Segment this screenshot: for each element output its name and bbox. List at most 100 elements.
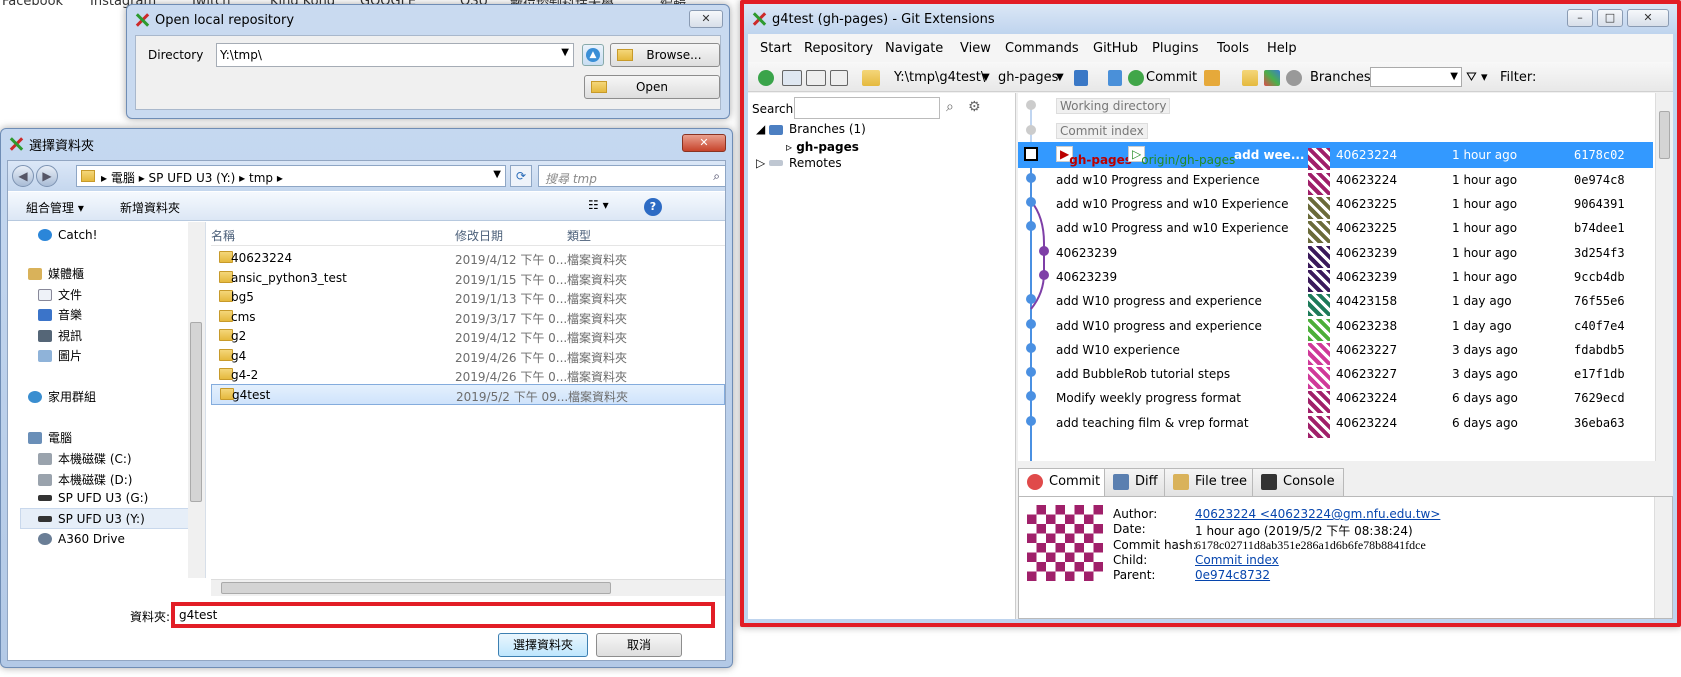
select-folder-button[interactable]: 選擇資料夾 (498, 633, 588, 657)
external-tools-icon[interactable] (1264, 70, 1280, 86)
file-row[interactable]: g4-2 2019/4/26 下午 0... 檔案資料夾 (211, 365, 725, 386)
tree-item-pictures[interactable]: 圖片 (38, 347, 82, 364)
column-header-name[interactable]: 名稱 (211, 227, 235, 244)
tree-item-catch[interactable]: Catch! (38, 228, 97, 242)
chevron-down-icon[interactable]: ▼ (1450, 71, 1458, 82)
settings-gear-icon[interactable] (1286, 70, 1302, 86)
revision-scrollbar[interactable] (1655, 93, 1673, 461)
menu-repository[interactable]: Repository (804, 41, 873, 56)
layout-single-icon[interactable] (806, 70, 826, 86)
column-header-date[interactable]: 修改日期 (455, 227, 503, 244)
current-branch-dropdown[interactable]: gh-pages (998, 70, 1058, 85)
layout-split-icon[interactable] (782, 70, 802, 86)
tree-item-homegroup[interactable]: 家用群組 (28, 388, 96, 405)
parent-link[interactable]: 0e974c8732 (1195, 568, 1270, 582)
chevron-down-icon[interactable]: ▼ (561, 47, 569, 58)
menu-github[interactable]: GitHub (1093, 41, 1138, 56)
push-arrow-icon[interactable] (1108, 70, 1122, 86)
commit-button[interactable]: Commit (1146, 70, 1197, 85)
help-icon[interactable]: ? (644, 198, 662, 216)
tab-diff[interactable]: Diff (1104, 468, 1167, 496)
refresh-icon[interactable] (758, 70, 774, 86)
new-folder-button[interactable]: 新增資料夾 (120, 199, 180, 216)
maximize-button[interactable]: □ (1597, 9, 1623, 27)
file-row[interactable]: g2 2019/4/12 下午 0... 檔案資料夾 (211, 326, 725, 347)
stash-icon[interactable] (1204, 70, 1220, 86)
commit-row[interactable]: add w10 Progress and Experience 40623224… (1018, 167, 1653, 195)
file-row[interactable]: bg5 2019/1/13 下午 0... 檔案資料夾 (211, 287, 725, 308)
commit-index-row[interactable]: Commit index (1018, 118, 1653, 144)
tab-console[interactable]: Console (1252, 468, 1344, 496)
close-button[interactable]: ✕ (1627, 9, 1669, 27)
tree-scrollbar[interactable] (188, 222, 205, 578)
chevron-down-icon[interactable]: ▼ (493, 169, 501, 180)
file-row-selected[interactable]: g4test 2019/5/2 下午 09... 檔案資料夾 (211, 384, 725, 405)
repository-path[interactable]: Y:\tmp\g4test\ (894, 70, 985, 85)
layout-options-icon[interactable] (830, 70, 848, 86)
commit-row[interactable]: add w10 Progress and w10 Experience 4062… (1018, 191, 1653, 219)
search-input[interactable]: 搜尋 tmp ⌕ (538, 165, 726, 187)
file-list-scrollbar[interactable] (211, 579, 725, 596)
tree-item-computer[interactable]: 電腦 (28, 429, 72, 446)
cancel-button[interactable]: 取消 (596, 633, 682, 657)
column-header-type[interactable]: 類型 (567, 227, 591, 244)
tree-item-videos[interactable]: 視訊 (38, 327, 82, 344)
menu-start[interactable]: Start (760, 41, 792, 56)
tree-item-drive-y[interactable]: SP UFD U3 (Y:) (38, 512, 145, 526)
commit-check-icon[interactable] (1128, 70, 1144, 86)
tree-item-branches[interactable]: ◢ Branches (1) (756, 122, 866, 136)
tab-commit[interactable]: Commit (1018, 468, 1110, 498)
menu-plugins[interactable]: Plugins (1152, 41, 1199, 56)
file-row[interactable]: g4 2019/4/26 下午 0... 檔案資料夾 (211, 346, 725, 367)
scrollbar-thumb[interactable] (221, 582, 611, 594)
tree-item-documents[interactable]: 文件 (38, 286, 82, 303)
close-button[interactable]: ✕ (689, 10, 723, 28)
commit-info-scrollbar[interactable] (1654, 497, 1672, 618)
browse-button[interactable]: Browse... (610, 43, 720, 67)
tree-item-current-branch[interactable]: ▹ gh-pages (786, 140, 859, 154)
commit-row[interactable]: add W10 progress and experience 40423158… (1018, 288, 1653, 316)
breadcrumb-item[interactable]: tmp (249, 171, 273, 185)
commit-row[interactable]: add W10 experience 40623227 3 days ago f… (1018, 337, 1653, 365)
open-folder-icon[interactable] (1242, 70, 1258, 86)
file-row[interactable]: ansic_python3_test 2019/1/15 下午 0... 檔案資料夾 (211, 268, 725, 289)
tree-item-a360[interactable]: A360 Drive (38, 532, 125, 546)
open-button[interactable]: Open (584, 75, 720, 99)
menu-navigate[interactable]: Navigate (885, 41, 943, 56)
folder-name-input[interactable]: g4test (171, 602, 715, 628)
working-directory-row[interactable]: Working directory (1018, 93, 1653, 119)
refresh-icon[interactable]: ⟳ (510, 165, 532, 187)
scrollbar-thumb[interactable] (190, 322, 202, 502)
folder-up-button[interactable]: ▲ (582, 44, 604, 66)
search-input[interactable] (794, 97, 940, 119)
menu-tools[interactable]: Tools (1217, 41, 1249, 56)
back-arrow-icon[interactable]: ◀ (12, 165, 34, 187)
directory-combobox[interactable]: Y:\tmp\ ▼ (216, 43, 574, 67)
settings-gear-icon[interactable]: ⚙ (968, 99, 981, 115)
file-row[interactable]: cms 2019/3/17 下午 0... 檔案資料夾 (211, 307, 725, 328)
menu-commands[interactable]: Commands (1005, 41, 1079, 56)
branch-graph-icon[interactable] (1074, 70, 1088, 86)
search-icon[interactable]: ⌕ (946, 99, 954, 115)
commit-row[interactable]: add BubbleRob tutorial steps 40623227 3 … (1018, 361, 1653, 389)
breadcrumb-item[interactable]: 電腦 (111, 171, 135, 185)
chevron-down-icon[interactable]: ▼ (1056, 72, 1064, 83)
tree-item-remotes[interactable]: ▷ Remotes (756, 156, 842, 170)
commit-row[interactable]: 40623239 40623239 1 hour ago 9ccb4db (1018, 264, 1653, 292)
minimize-button[interactable]: – (1567, 9, 1593, 27)
commit-row[interactable]: add teaching film & vrep format 40623224… (1018, 410, 1653, 438)
chevron-down-icon[interactable]: ▼ (982, 72, 990, 83)
author-link[interactable]: 40623224 <40623224@gm.nfu.edu.tw> (1195, 507, 1440, 521)
scrollbar-thumb[interactable] (1659, 111, 1670, 159)
menu-view[interactable]: View (960, 41, 991, 56)
tab-file-tree[interactable]: File tree (1164, 468, 1257, 496)
filter-funnel-icon[interactable]: ⛛ ▾ (1466, 70, 1488, 85)
bookmark[interactable]: Facebook (2, 0, 63, 9)
workingdir-folder-icon[interactable] (862, 70, 880, 86)
commit-row-selected[interactable]: ▶ gh-pages ▷ origin/gh-pages add wee... … (1018, 142, 1653, 170)
tree-item-music[interactable]: 音樂 (38, 306, 82, 323)
commit-row[interactable]: Modify weekly progress format 40623224 6… (1018, 385, 1653, 413)
commit-row[interactable]: 40623239 40623239 1 hour ago 3d254f3 (1018, 240, 1653, 268)
breadcrumb[interactable]: ▸ 電腦 ▸ SP UFD U3 (Y:) ▸ tmp ▸ ▼ (76, 165, 506, 187)
view-options-icon[interactable]: ☷ ▾ (588, 198, 609, 212)
